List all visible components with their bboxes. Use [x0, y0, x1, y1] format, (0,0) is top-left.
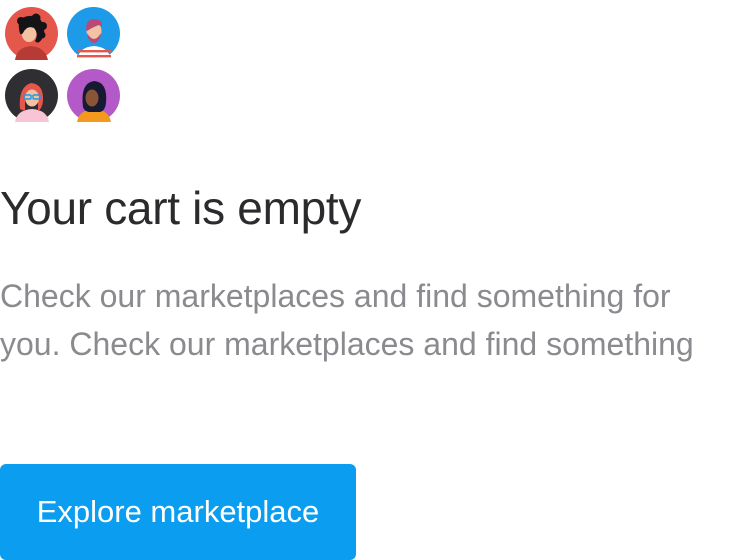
- avatar-headscarf-woman-icon: [67, 69, 120, 122]
- avatar-glasses-woman-icon: [5, 69, 58, 122]
- avatar-curly-hair-icon: [5, 7, 58, 60]
- empty-cart-page: Your cart is empty Check our marketplace…: [0, 0, 750, 560]
- explore-marketplace-button[interactable]: Explore marketplace: [0, 464, 356, 560]
- avatar-group: [5, 7, 121, 123]
- empty-state-description: Check our marketplaces and find somethin…: [0, 278, 694, 362]
- empty-state-title: Your cart is empty: [0, 182, 362, 234]
- avatar-bearded-man-icon: [67, 7, 120, 60]
